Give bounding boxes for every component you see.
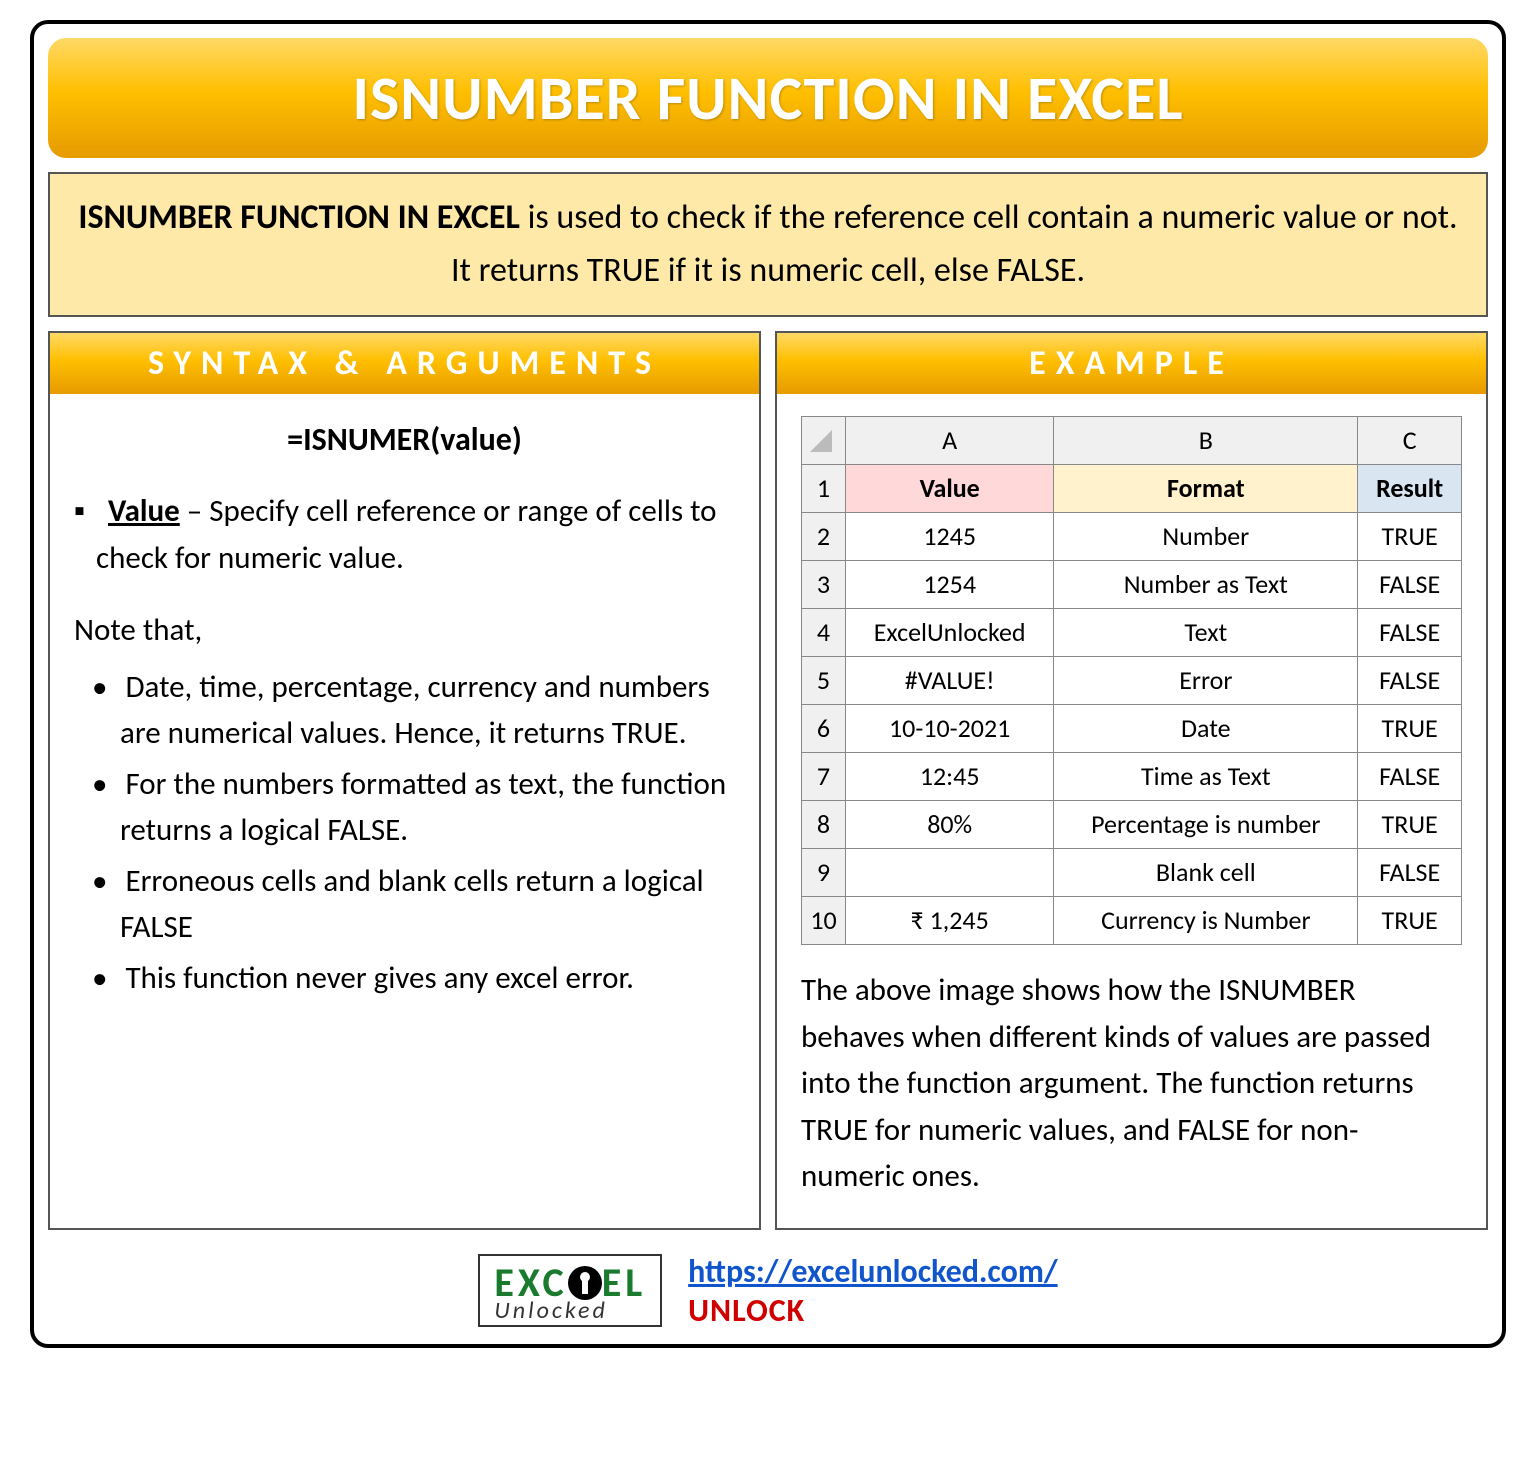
cell-result: TRUE [1358,513,1462,561]
table-row: 31254Number as TextFALSE [802,561,1462,609]
cell-value: 10-10-2021 [846,705,1054,753]
cell-result: TRUE [1358,897,1462,945]
columns: SYNTAX & ARGUMENTS =ISNUMER(value) Value… [48,331,1488,1230]
page-title: ISNUMBER FUNCTION IN EXCEL [58,60,1478,136]
notes-list: Date, time, percentage, currency and num… [74,664,735,1002]
cell-result: FALSE [1358,753,1462,801]
cell-result: TRUE [1358,705,1462,753]
keyhole-icon [568,1266,602,1300]
description-text: is used to check if the reference cell c… [451,197,1458,291]
row-number: 7 [802,753,846,801]
argument-list: Value – Specify cell reference or range … [74,488,735,581]
example-caption: The above image shows how the ISNUMBER b… [801,967,1462,1200]
row-number: 2 [802,513,846,561]
cell-value: 12:45 [846,753,1054,801]
cell-value: ₹ 1,245 [846,897,1054,945]
card: ISNUMBER FUNCTION IN EXCEL ISNUMBER FUNC… [30,20,1506,1348]
row-number: 10 [802,897,846,945]
example-body: A B C 1 Value Format Result 21245NumberT… [777,394,1486,1228]
cell-result: FALSE [1358,657,1462,705]
cell-value: 1245 [846,513,1054,561]
row-number: 3 [802,561,846,609]
cell-format: Number as Text [1054,561,1358,609]
row-number: 8 [802,801,846,849]
argument-desc: – Specify cell reference or range of cel… [96,492,717,577]
table-corner-icon [802,417,846,465]
cell-result: FALSE [1358,561,1462,609]
unlock-text: UNLOCK [688,1291,805,1330]
example-panel: EXAMPLE A B C 1 Value Format [775,331,1488,1230]
syntax-body: =ISNUMER(value) Value – Specify cell ref… [50,394,759,1033]
table-row: 880%Percentage is numberTRUE [802,801,1462,849]
cell-value: 1254 [846,561,1054,609]
header-cell: Value [846,465,1054,513]
table-row: A B C [802,417,1462,465]
description-box: ISNUMBER FUNCTION IN EXCEL is used to ch… [48,172,1488,317]
table-row: 21245NumberTRUE [802,513,1462,561]
excel-table: A B C 1 Value Format Result 21245NumberT… [801,416,1462,945]
syntax-panel: SYNTAX & ARGUMENTS =ISNUMER(value) Value… [48,331,761,1230]
cell-value: 80% [846,801,1054,849]
cell-format: Date [1054,705,1358,753]
table-row: 610-10-2021DateTRUE [802,705,1462,753]
row-number: 6 [802,705,846,753]
table-row: 712:45Time as TextFALSE [802,753,1462,801]
cell-value: #VALUE! [846,657,1054,705]
table-row: 4ExcelUnlockedTextFALSE [802,609,1462,657]
cell-result: FALSE [1358,849,1462,897]
logo-text-right: EL [602,1258,646,1307]
syntax-heading: SYNTAX & ARGUMENTS [50,333,759,394]
row-number: 1 [802,465,846,513]
example-heading: EXAMPLE [777,333,1486,394]
footer: EXCEL Unlocked https://excelunlocked.com… [48,1252,1488,1330]
header-cell: Format [1054,465,1358,513]
cell-format: Number [1054,513,1358,561]
title-banner: ISNUMBER FUNCTION IN EXCEL [48,38,1488,158]
site-link[interactable]: https://excelunlocked.com/ [688,1252,1057,1291]
row-number: 5 [802,657,846,705]
col-letter: A [846,417,1054,465]
table-row: 9 Blank cellFALSE [802,849,1462,897]
cell-value: ExcelUnlocked [846,609,1054,657]
note-item: This function never gives any excel erro… [74,955,735,1002]
cell-format: Text [1054,609,1358,657]
row-number: 4 [802,609,846,657]
cell-result: FALSE [1358,609,1462,657]
cell-format: Time as Text [1054,753,1358,801]
note-label: Note that, [74,607,735,654]
cell-value [846,849,1054,897]
table-row: 1 Value Format Result [802,465,1462,513]
description-bold: ISNUMBER FUNCTION IN EXCEL [78,197,520,238]
argument-item: Value – Specify cell reference or range … [74,488,735,581]
col-letter: C [1358,417,1462,465]
table-row: 5#VALUE!ErrorFALSE [802,657,1462,705]
note-item: For the numbers formatted as text, the f… [74,761,735,854]
footer-links: https://excelunlocked.com/ UNLOCK [688,1252,1057,1330]
argument-name: Value [108,492,180,530]
cell-format: Blank cell [1054,849,1358,897]
cell-format: Error [1054,657,1358,705]
note-item: Erroneous cells and blank cells return a… [74,858,735,951]
row-number: 9 [802,849,846,897]
header-cell: Result [1358,465,1462,513]
cell-result: TRUE [1358,801,1462,849]
col-letter: B [1054,417,1358,465]
logo: EXCEL Unlocked [478,1254,662,1327]
formula-text: =ISNUMER(value) [74,416,735,464]
cell-format: Percentage is number [1054,801,1358,849]
table-row: 10₹ 1,245Currency is NumberTRUE [802,897,1462,945]
cell-format: Currency is Number [1054,897,1358,945]
note-item: Date, time, percentage, currency and num… [74,664,735,757]
